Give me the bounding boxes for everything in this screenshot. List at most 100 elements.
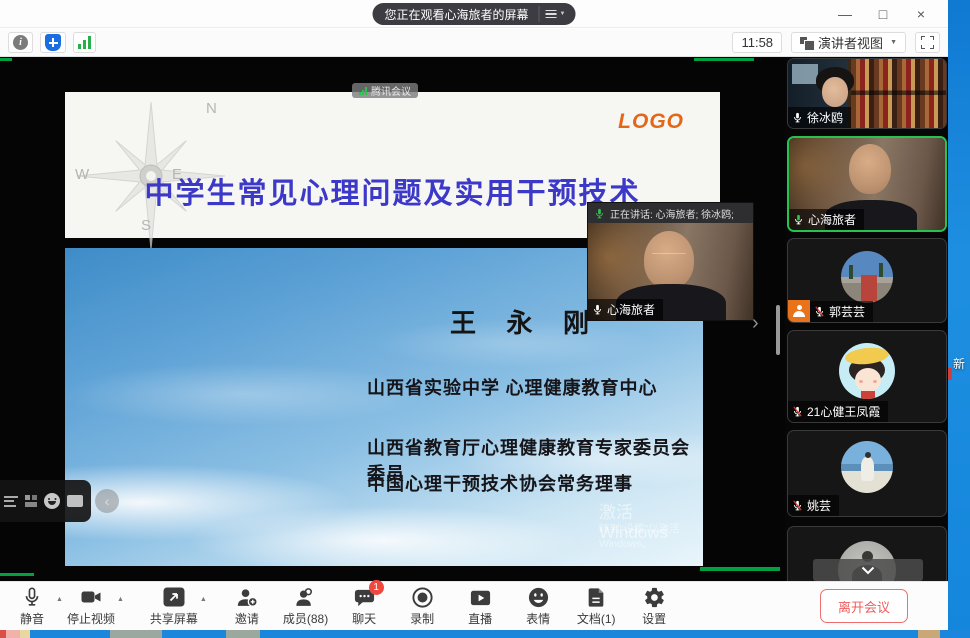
video-artifact [0,58,12,61]
security-button[interactable] [40,32,66,53]
members-button[interactable]: 成员(88) [283,585,328,627]
avatar-scarf [861,391,875,399]
document-icon [585,585,607,609]
speaker-name: 王 永 刚 [450,303,601,340]
chat-quick-icon[interactable] [67,495,83,507]
expand-sidebar-button[interactable]: › [752,312,759,335]
active-speaker-overlay[interactable]: 正在讲话: 心海旅者; 徐冰鸥; 心海旅者 [588,203,753,320]
participant-tile[interactable]: 姚芸 [787,430,947,517]
chevron-down-icon [861,566,875,575]
docs-button[interactable]: 文档(1) [574,585,618,627]
main-area: N W E S LOGO 中学生常见心理问题及实用干预技术 王 永 刚 山西省实… [0,57,948,581]
screen: 新 您正在观看心海旅者的屏幕 ▼ — □ × [0,0,970,638]
participant-tile-partial[interactable] [787,526,947,581]
minimize-button[interactable]: — [826,0,864,28]
desktop-icon-label: 新 [953,355,965,372]
members-icon [294,585,317,609]
emoji-icon [527,585,550,609]
taskbar-bit [226,630,260,638]
emoji-quick-icon[interactable] [44,493,60,509]
menu-icon [546,8,557,21]
layout-icon [800,37,813,49]
scroll-more-participants-button[interactable] [813,559,923,581]
mic-active-icon [793,214,804,225]
speaking-status-text: 正在讲话: 心海旅者; 徐冰鸥; [610,206,734,221]
emoji-button[interactable]: 表情 [516,585,560,627]
mic-muted-icon [792,500,803,511]
participant-avatar [839,343,895,399]
share-scrollbar[interactable] [776,305,780,355]
mute-options-button[interactable]: ▲ [56,596,63,603]
share-options-button[interactable]: ▲ [200,596,207,603]
annotation-grid-icon[interactable] [25,495,37,507]
chevron-left-icon: ‹ [105,493,110,509]
live-button[interactable]: 直播 [458,585,502,627]
invite-button[interactable]: 邀请 [225,585,269,627]
participant-tile-active-speaker[interactable]: 心海旅者 [787,136,947,232]
chat-icon: 1 [353,585,376,609]
participant-name-tag: 郭芸芸 [810,301,873,322]
taskbar-bit [20,630,30,638]
chat-unread-badge: 1 [369,580,384,595]
participant-name-tag: 徐冰鸥 [788,107,851,128]
gear-icon [643,585,666,609]
avatar-face [855,368,881,392]
participant-face [849,144,891,194]
leave-meeting-button[interactable]: 离开会议 [820,589,908,623]
annotation-menu-icon[interactable] [4,493,18,509]
speaker-name-tag: 心海旅者 [588,299,663,320]
annotation-panel [0,480,91,522]
live-tv-icon [469,585,492,609]
fullscreen-icon [921,36,934,49]
record-button[interactable]: 录制 [400,585,444,627]
video-options-button[interactable]: ▲ [117,596,124,603]
share-screen-icon [162,585,186,609]
maximize-button[interactable]: □ [864,0,902,28]
participant-tile[interactable]: 徐冰鸥 [787,58,947,129]
host-badge-icon [788,300,810,322]
camera-icon [79,585,103,609]
mic-muted-icon [792,406,803,417]
view-mode-label: 演讲者视图 [818,33,883,52]
speaker-affiliation-3: 中国心理干预技术协会常务理事 [367,470,633,496]
speaker-video: 心海旅者 [588,223,753,320]
shield-icon [45,34,61,51]
collapse-toolbar-button[interactable]: ‹ [95,489,119,513]
banner-menu-button[interactable]: ▼ [539,6,572,23]
window-controls: — □ × [826,0,940,28]
chat-button[interactable]: 1 聊天 [342,585,386,627]
invite-icon [235,585,258,609]
meeting-info-button[interactable]: i [8,32,33,53]
speaker-name-tag-text: 心海旅者 [607,301,655,318]
mute-button[interactable]: 静音 [10,585,54,627]
participant-tile[interactable]: 郭芸芸 [787,238,947,323]
participants-sidebar: 徐冰鸥 心海旅者 [787,57,947,581]
signal-bars-icon [78,36,91,49]
participant-name-tag: 21心健王凤霞 [788,401,888,422]
mic-muted-icon [814,306,825,317]
settings-button[interactable]: 设置 [632,585,676,627]
taskbar-bit [918,630,940,638]
record-icon [411,585,434,609]
taskbar-bit [6,630,20,638]
caret-down-icon: ▼ [890,39,897,46]
slide-logo: LOGO [618,110,684,134]
share-screen-button[interactable]: 共享屏幕 [150,585,198,627]
watching-banner-text: 您正在观看心海旅者的屏幕 [385,6,529,23]
participant-name: 21心健王凤霞 [807,403,880,420]
fullscreen-button[interactable] [915,32,940,53]
view-mode-selector[interactable]: 演讲者视图 ▼ [791,32,906,53]
meeting-app-badge-label: 腾讯会议 [371,83,411,98]
network-status-button[interactable] [73,32,96,53]
participant-tile[interactable]: 21心健王凤霞 [787,330,947,423]
video-artifact [0,573,34,576]
avatar-person [861,457,874,481]
background-bookshelf [851,59,946,128]
stop-video-button[interactable]: 停止视频 [67,585,115,627]
compass-n-label: N [206,100,217,117]
mic-icon [594,208,605,219]
participant-avatar [841,251,893,303]
meeting-app-badge: 腾讯会议 [352,83,418,98]
background-screen [792,64,818,84]
close-button[interactable]: × [902,0,940,28]
